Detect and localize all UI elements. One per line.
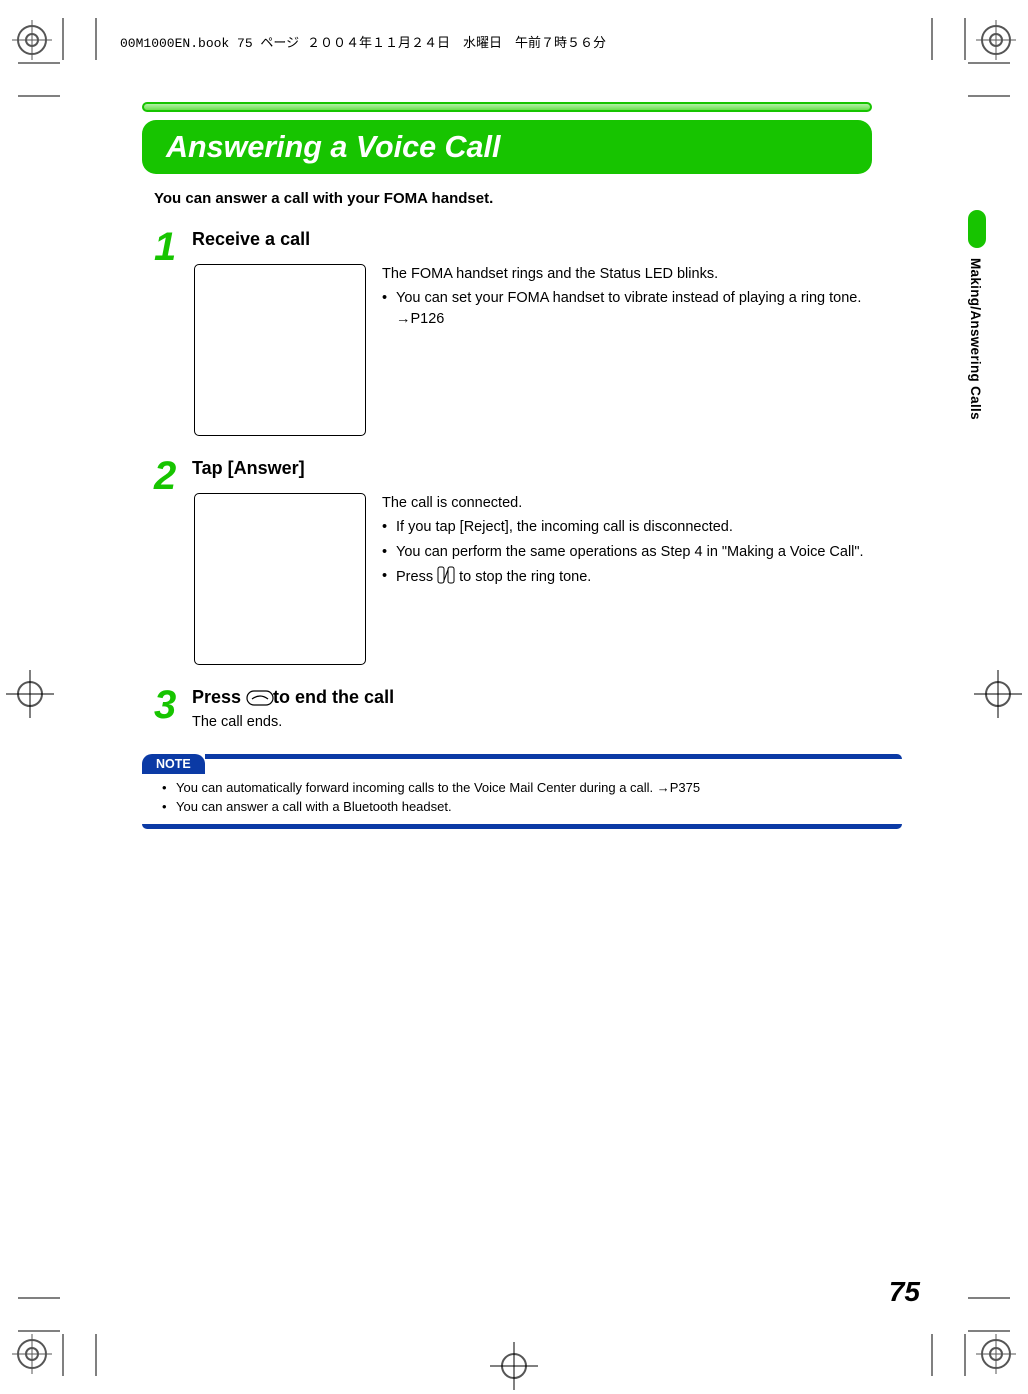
step-2: 2 Tap [Answer] The call is connected. If… bbox=[154, 456, 902, 665]
side-tab-indicator bbox=[968, 210, 986, 248]
volume-key-icon bbox=[437, 566, 455, 584]
bullet-text-suffix: to stop the ring tone. bbox=[459, 569, 591, 585]
step-bullet: You can set your FOMA handset to vibrate… bbox=[382, 288, 902, 329]
step-lead: The call is connected. bbox=[382, 493, 902, 513]
page-content: Answering a Voice Call You can answer a … bbox=[142, 96, 902, 829]
note-box: NOTE You can automatically forward incom… bbox=[142, 754, 902, 829]
step-title: Receive a call bbox=[192, 229, 902, 250]
note-bottom-rule bbox=[142, 824, 902, 829]
step-bullet: Press to stop the ring tone. bbox=[382, 566, 902, 587]
note-item: You can answer a call with a Bluetooth h… bbox=[162, 799, 890, 814]
step-lead: The FOMA handset rings and the Status LE… bbox=[382, 264, 902, 284]
bullet-text-prefix: Press bbox=[396, 569, 437, 585]
side-tab-label: Making/Answering Calls bbox=[968, 258, 983, 420]
registration-mark-top-left bbox=[12, 20, 52, 60]
section-title-accent-bar bbox=[142, 102, 872, 112]
step-subtext: The call ends. bbox=[192, 714, 902, 730]
registration-mark-top-right bbox=[976, 20, 1016, 60]
section-title-block: Answering a Voice Call bbox=[142, 96, 902, 186]
registration-mark-bottom-left bbox=[12, 1334, 52, 1374]
step-3: 3 Press to end the call The call ends. bbox=[154, 685, 902, 730]
file-metadata-header: 00M1000EN.book 75 ページ ２００４年１１月２４日 水曜日 午前… bbox=[120, 32, 606, 51]
step-title-suffix: to end the call bbox=[268, 687, 394, 707]
section-side-tab: Making/Answering Calls bbox=[968, 210, 988, 430]
registration-mark-bottom-right bbox=[976, 1334, 1016, 1374]
step-title: Tap [Answer] bbox=[192, 458, 902, 479]
step-bullet: You can perform the same operations as S… bbox=[382, 542, 902, 562]
step-number: 1 bbox=[154, 227, 192, 267]
note-item: You can automatically forward incoming c… bbox=[162, 780, 890, 795]
step-screenshot-placeholder bbox=[194, 493, 366, 665]
step-number: 2 bbox=[154, 456, 192, 496]
step-bullet: If you tap [Reject], the incoming call i… bbox=[382, 517, 902, 537]
section-title: Answering a Voice Call bbox=[166, 130, 500, 165]
step-number: 3 bbox=[154, 685, 192, 725]
note-top-rule bbox=[205, 754, 902, 759]
step-1: 1 Receive a call The FOMA handset rings … bbox=[154, 227, 902, 436]
note-label: NOTE bbox=[142, 754, 205, 774]
section-intro: You can answer a call with your FOMA han… bbox=[154, 190, 902, 207]
section-title-pill: Answering a Voice Call bbox=[142, 120, 872, 174]
step-title-prefix: Press bbox=[192, 687, 246, 707]
step-title: Press to end the call bbox=[192, 687, 902, 708]
end-call-key-icon bbox=[246, 690, 268, 706]
page-number: 75 bbox=[889, 1276, 920, 1308]
step-screenshot-placeholder bbox=[194, 264, 366, 436]
